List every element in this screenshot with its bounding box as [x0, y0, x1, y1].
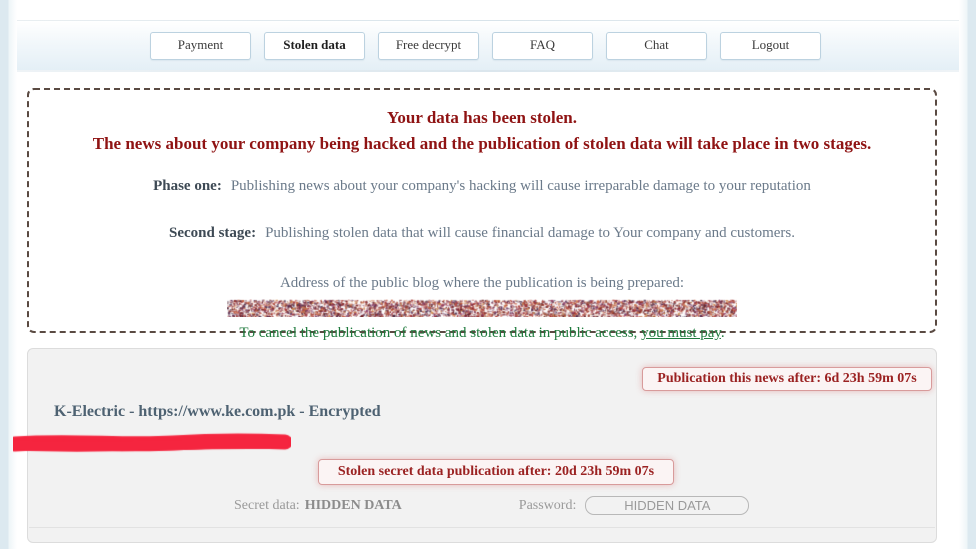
page-content: Payment Stolen data Free decrypt FAQ Cha…: [13, 0, 959, 549]
phase-two-text: Publishing stolen data that will cause f…: [265, 225, 795, 241]
secret-data-value: HIDDEN DATA: [304, 497, 402, 513]
phase-two-row: Second stage: Publishing stolen data tha…: [29, 225, 935, 242]
nav-button-payment[interactable]: Payment: [150, 31, 251, 60]
cancel-text-after: .: [720, 325, 725, 341]
nav-button-faq[interactable]: FAQ: [492, 31, 593, 60]
news-publication-countdown: Publication this news after: 6d 23h 59m …: [642, 367, 932, 391]
nav-button-logout[interactable]: Logout: [720, 31, 821, 60]
victim-title[interactable]: K-Electric - https://www.ke.com.pk - Enc…: [54, 403, 381, 421]
password-input[interactable]: HIDDEN DATA: [585, 496, 750, 515]
phase-two-label: Second stage:: [169, 225, 257, 241]
secret-data-label: Secret data:: [234, 497, 300, 513]
stolen-data-publication-countdown: Stolen secret data publication after: 20…: [318, 459, 674, 485]
phase-one-row: Phase one: Publishing news about your co…: [29, 178, 935, 195]
nav-button-free-decrypt[interactable]: Free decrypt: [378, 31, 479, 60]
page-background: Payment Stolen data Free decrypt FAQ Cha…: [0, 0, 976, 549]
ransom-notice-panel: Your data has been stolen. The news abou…: [27, 88, 937, 341]
credentials-row: Secret data: HIDDEN DATA Password: HIDDE…: [28, 496, 936, 515]
notice-headline-secondary: The news about your company being hacked…: [92, 134, 872, 153]
cancel-text-before: To cancel the publication of news and st…: [239, 325, 642, 341]
panel-divider: [29, 527, 935, 528]
nav-button-stolen-data[interactable]: Stolen data: [264, 31, 365, 60]
blog-url-redacted: [227, 299, 737, 317]
cancel-instruction: To cancel the publication of news and st…: [29, 325, 935, 342]
notice-headline-primary: Your data has been stolen.: [386, 108, 578, 127]
phase-one-text: Publishing news about your company's hac…: [230, 178, 811, 194]
phase-one-label: Phase one:: [153, 178, 222, 194]
main-navigation: Payment Stolen data Free decrypt FAQ Cha…: [17, 21, 959, 70]
victim-entry-panel: Publication this news after: 6d 23h 59m …: [27, 348, 937, 543]
nav-divider: [17, 70, 959, 72]
must-pay-link[interactable]: you must pay: [641, 325, 721, 341]
password-label: Password:: [518, 497, 577, 513]
nav-button-chat[interactable]: Chat: [606, 31, 707, 60]
blog-address-label: Address of the public blog where the pub…: [279, 275, 685, 291]
